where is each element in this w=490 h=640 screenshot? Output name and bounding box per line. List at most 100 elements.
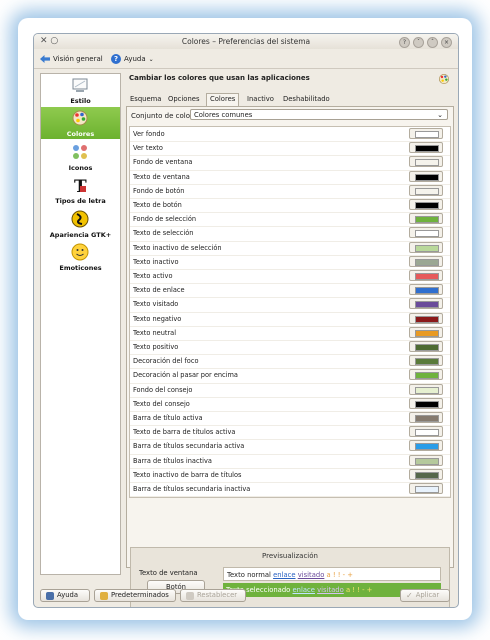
close-icon[interactable]: ×: [441, 37, 452, 48]
color-picker-button[interactable]: [409, 454, 443, 466]
color-role-row: Texto negativo: [130, 312, 450, 327]
color-role-row: Fondo del consejo: [130, 383, 450, 398]
color-picker-button[interactable]: [409, 426, 443, 438]
sidebar-item-label: Apariencia GTK+: [49, 231, 112, 239]
sidebar-item-apariencia-gtk[interactable]: Apariencia GTK+: [41, 208, 120, 240]
defaults-button-label: Predeterminados: [111, 591, 169, 599]
color-role-label: Texto de botón: [133, 201, 182, 209]
color-swatch: [415, 216, 439, 224]
color-role-label: Barra de títulos inactiva: [133, 456, 212, 465]
color-picker-button[interactable]: [409, 241, 443, 253]
color-role-row: Texto inactivo de selección: [130, 241, 450, 256]
help-button-label: Ayuda: [57, 591, 78, 599]
color-role-label: Fondo de selección: [133, 215, 197, 224]
color-role-row: Texto de barra de títulos activa: [130, 425, 450, 441]
color-swatch: [415, 344, 439, 351]
sidebar-item-emoticones[interactable]: Emoticones: [41, 241, 120, 273]
color-picker-button[interactable]: [409, 397, 443, 409]
color-swatch: [415, 415, 439, 422]
color-role-row: Texto de ventana: [130, 170, 450, 185]
color-role-row: Fondo de ventana: [130, 155, 450, 171]
page-title: Cambiar los colores que usan las aplicac…: [129, 74, 310, 82]
color-role-label: Texto positivo: [133, 343, 179, 351]
color-role-label: Texto inactivo: [133, 257, 179, 266]
color-picker-button[interactable]: [409, 213, 443, 225]
minimize-icon[interactable]: ˇ: [413, 37, 424, 48]
color-picker-button[interactable]: [409, 312, 443, 324]
color-swatch: [415, 372, 439, 380]
color-picker-button[interactable]: [409, 142, 443, 154]
check-icon: ✓: [406, 591, 413, 600]
color-role-row: Texto visitado: [130, 297, 450, 313]
sidebar-item-label: Estilo: [70, 97, 91, 105]
color-picker-button[interactable]: [409, 326, 443, 338]
overview-button[interactable]: Visión general: [40, 53, 103, 65]
color-picker-button[interactable]: [409, 255, 443, 267]
color-picker-button[interactable]: [409, 468, 443, 480]
color-swatch: [415, 287, 439, 295]
color-picker-button[interactable]: [409, 440, 443, 452]
icons-grid-icon: [73, 145, 87, 159]
color-picker-button[interactable]: [409, 270, 443, 281]
color-picker-button[interactable]: [409, 284, 443, 296]
preview-visited-link[interactable]: visitado: [298, 571, 325, 579]
color-picker-button[interactable]: [409, 156, 443, 168]
color-picker-button[interactable]: [409, 170, 443, 182]
back-arrow-icon: [40, 55, 50, 63]
color-role-label: Texto de selección: [133, 229, 194, 238]
help-menu-button[interactable]: ? Ayuda ⌄: [111, 53, 154, 65]
tab-colores[interactable]: Colores: [206, 93, 240, 107]
color-set-select[interactable]: Colores comunes ⌄: [190, 109, 448, 120]
defaults-button[interactable]: Predeterminados: [94, 589, 176, 602]
color-role-label: Texto inactivo de barra de títulos: [133, 470, 242, 479]
color-role-row: Barra de títulos inactiva: [130, 454, 450, 469]
dialog-buttons: Ayuda Predeterminados Restablecer ✓ Apli…: [34, 586, 458, 607]
color-role-label: Texto visitado: [133, 300, 179, 309]
color-role-row: Texto positivo: [130, 340, 450, 356]
color-picker-button[interactable]: [409, 227, 443, 239]
color-picker-button[interactable]: [409, 355, 443, 367]
sidebar-item-estilo[interactable]: Estilo: [41, 74, 120, 106]
help-button[interactable]: Ayuda: [40, 589, 90, 602]
sidebar-item-iconos[interactable]: Iconos: [41, 141, 120, 173]
preview-normal-line: Texto normal enlace visitado a ! ! - +: [223, 567, 441, 581]
color-role-label: Texto neutral: [133, 328, 177, 337]
color-picker-button[interactable]: [409, 128, 443, 139]
color-picker-button[interactable]: [409, 341, 443, 352]
color-picker-button[interactable]: [409, 184, 443, 196]
maximize-icon[interactable]: ˆ: [427, 37, 438, 48]
sidebar-item-tipos-de-letra[interactable]: T Tipos de letra: [41, 174, 120, 206]
color-role-row: Texto inactivo: [130, 255, 450, 270]
normal-text: Texto normal: [227, 571, 271, 579]
color-role-label: Barra de título activa: [133, 414, 203, 422]
color-picker-button[interactable]: [409, 298, 443, 310]
color-role-label: Texto activo: [133, 272, 173, 280]
reset-button[interactable]: Restablecer: [180, 589, 246, 602]
preview-link[interactable]: enlace: [273, 571, 295, 579]
color-swatch: [415, 145, 439, 153]
tab-esquema[interactable]: Esquema: [127, 94, 164, 105]
color-role-row: Decoración del foco: [130, 354, 450, 370]
tab-opciones[interactable]: Opciones: [165, 94, 202, 105]
color-picker-button[interactable]: [409, 483, 443, 494]
color-picker-button[interactable]: [409, 383, 443, 395]
color-set-value: Colores comunes: [194, 111, 253, 119]
help-window-icon[interactable]: ?: [399, 37, 410, 48]
help-icon: ?: [111, 54, 121, 64]
font-icon: T: [74, 177, 87, 194]
gtk-appearance-icon: [71, 210, 89, 228]
color-swatch: [415, 187, 439, 195]
color-role-row: Barra de título activa: [130, 411, 450, 427]
color-swatch: [415, 429, 439, 437]
apply-button[interactable]: ✓ Aplicar: [400, 589, 450, 602]
color-role-label: Decoración del foco: [133, 357, 199, 366]
color-role-row: Texto de selección: [130, 226, 450, 242]
color-picker-button[interactable]: [409, 199, 443, 210]
tab-inactivo[interactable]: Inactivo: [244, 94, 277, 105]
color-picker-button[interactable]: [409, 412, 443, 423]
color-role-row: Texto activo: [130, 269, 450, 285]
sidebar-item-colores[interactable]: Colores: [41, 107, 120, 139]
color-picker-button[interactable]: [409, 369, 443, 381]
tab-deshabilitado[interactable]: Deshabilitado: [280, 94, 333, 105]
preview-title: Previsualización: [262, 552, 318, 560]
